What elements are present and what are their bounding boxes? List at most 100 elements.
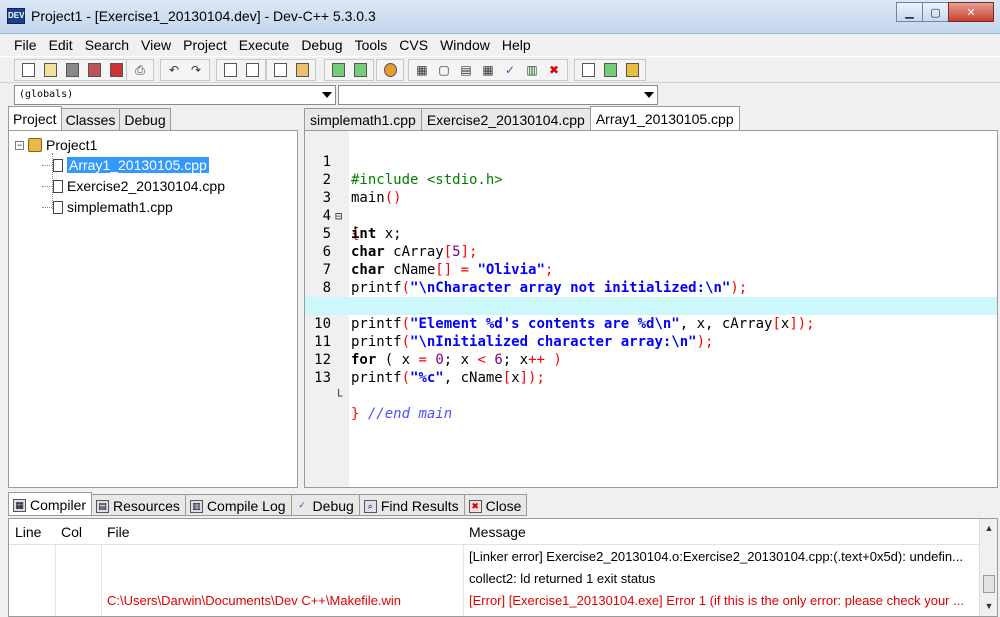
code-line[interactable]: 12 printf("%c", cName[x]); [305, 333, 997, 386]
save-icon[interactable] [62, 60, 82, 80]
goto-declaration-icon[interactable] [600, 60, 620, 80]
run-icon[interactable]: ▢ [434, 60, 454, 80]
scope-dropdown[interactable]: (globals) [14, 85, 336, 105]
project-icon [28, 138, 42, 152]
project-options-icon[interactable] [380, 60, 400, 80]
compiler-icon: ▦ [13, 498, 26, 512]
tab-exercise2[interactable]: Exercise2_20130104.cpp [420, 108, 591, 130]
tab-close[interactable]: ✖ Close [463, 494, 528, 516]
code-line[interactable]: 5 char cArray[5]; [305, 207, 997, 260]
undo-icon[interactable]: ↶ [164, 60, 184, 80]
remove-from-project-icon[interactable] [350, 60, 370, 80]
tab-compiler[interactable]: ▦ Compiler [8, 492, 93, 516]
scroll-up-icon[interactable]: ▲ [982, 521, 996, 535]
tab-compile-log[interactable]: ▥ Compile Log [184, 494, 292, 516]
goto-line-icon[interactable] [270, 60, 290, 80]
tree-file-simplemath1[interactable]: simplemath1.cpp [53, 199, 173, 215]
column-header-line[interactable]: Line [15, 524, 41, 540]
line-number: 13 [314, 370, 331, 386]
menu-window[interactable]: Window [434, 34, 496, 56]
menu-help[interactable]: Help [496, 34, 537, 56]
cell-message: collect2: ld returned 1 exit status [469, 571, 656, 586]
code-line[interactable]: 11 for ( x = 0; x < 6; x++ ) [305, 315, 997, 368]
tab-project[interactable]: Project [8, 106, 62, 130]
menu-cvs[interactable]: CVS [393, 34, 434, 56]
bookmark-icon[interactable] [622, 60, 642, 80]
stop-icon[interactable]: ✖ [544, 60, 564, 80]
column-header-col[interactable]: Col [61, 524, 82, 540]
menu-tools[interactable]: Tools [349, 34, 394, 56]
toolbar-options-group [376, 59, 404, 81]
menu-search[interactable]: Search [79, 34, 135, 56]
profile-icon[interactable]: ▥ [522, 60, 542, 80]
menu-edit[interactable]: Edit [43, 34, 79, 56]
code-line[interactable]: 3 ⊟ { [305, 171, 997, 242]
menu-project[interactable]: Project [177, 34, 233, 56]
close-icon: ✖ [468, 499, 482, 513]
compile-icon[interactable]: ▦ [412, 60, 432, 80]
code-line-highlighted[interactable]: 10 printf("\nInitialized character array… [305, 297, 997, 350]
tab-debug[interactable]: Debug [119, 108, 171, 130]
code-token: "%c" [410, 370, 444, 386]
table-row-error[interactable]: C:\Users\Darwin\Documents\Dev C++\Makefi… [9, 590, 979, 612]
window-controls: ▁ ▢ ✕ [896, 2, 994, 22]
tree-file-array1[interactable]: Array1_20130105.cpp [53, 157, 209, 173]
column-header-message[interactable]: Message [469, 524, 526, 540]
tab-debug-output[interactable]: ✓ Debug [290, 494, 360, 516]
tab-classes[interactable]: Classes [60, 108, 121, 130]
menu-file[interactable]: File [8, 34, 43, 56]
toolbar-search-group [216, 59, 266, 81]
tab-simplemath1[interactable]: simplemath1.cpp [304, 108, 422, 130]
toolbar-print-group: ⎙ [126, 59, 154, 81]
goto-definition-icon[interactable] [578, 60, 598, 80]
member-dropdown[interactable] [338, 85, 658, 105]
scope-dropdown-value: (globals) [19, 89, 74, 100]
code-line[interactable]: 9 printf("Element %d's contents are %d\n… [305, 279, 997, 332]
file-icon [53, 158, 63, 172]
code-editor[interactable]: 1 #include <stdio.h> 2 main() 3 ⊟ { 4 in… [304, 130, 998, 488]
compile-run-icon[interactable]: ▤ [456, 60, 476, 80]
column-header-file[interactable]: File [107, 524, 130, 540]
rebuild-icon[interactable]: ▦ [478, 60, 498, 80]
cell-message: [Error] [Exercise1_20130104.exe] Error 1… [469, 593, 964, 608]
toggle-panel-icon[interactable] [292, 60, 312, 80]
scrollbar-thumb[interactable] [983, 575, 995, 593]
replace-icon[interactable] [242, 60, 262, 80]
scroll-down-icon[interactable]: ▼ [982, 599, 996, 613]
tree-node-project1[interactable]: − Project1 [15, 137, 97, 153]
tab-array1[interactable]: Array1_20130105.cpp [589, 106, 740, 130]
close-window-button[interactable]: ✕ [948, 2, 994, 22]
redo-icon[interactable]: ↷ [186, 60, 206, 80]
table-row[interactable]: [Linker error] Exercise2_20130104.o:Exer… [9, 546, 979, 568]
code-line[interactable]: 1 #include <stdio.h> [305, 135, 997, 188]
table-row[interactable]: collect2: ld returned 1 exit status [9, 568, 979, 590]
compiler-messages: Line Col File Message [Linker error] Exe… [8, 518, 998, 617]
code-token: ( [401, 370, 411, 386]
new-file-icon[interactable] [18, 60, 38, 80]
menu-debug[interactable]: Debug [295, 34, 348, 56]
collapse-icon[interactable]: − [15, 140, 24, 150]
close-file-icon[interactable] [106, 60, 126, 80]
syntax-check-icon[interactable]: ✓ [500, 60, 520, 80]
menu-execute[interactable]: Execute [233, 34, 296, 56]
code-line[interactable]: 7 printf("\nCharacter array not initiali… [305, 243, 997, 296]
minimize-button[interactable]: ▁ [896, 2, 923, 22]
save-all-icon[interactable] [84, 60, 104, 80]
cell-file: C:\Users\Darwin\Documents\Dev C++\Makefi… [107, 593, 402, 608]
tab-find-results[interactable]: ⌕ Find Results [358, 494, 465, 516]
bottom-panel-tabs: ▦ Compiler ▤ Resources ▥ Compile Log ✓ D… [8, 492, 528, 518]
find-icon[interactable] [220, 60, 240, 80]
tree-file-exercise2[interactable]: Exercise2_20130104.cpp [53, 178, 225, 194]
code-line[interactable]: 4 int x; [305, 189, 997, 242]
tab-resources[interactable]: ▤ Resources [91, 494, 186, 516]
code-line[interactable]: 8 for ( x = 0; x < 5; x++ ) [305, 261, 997, 314]
code-line[interactable]: 13 └ } //end main [305, 351, 997, 422]
menu-view[interactable]: View [135, 34, 177, 56]
vertical-scrollbar[interactable]: ▲ ▼ [979, 519, 997, 616]
open-file-icon[interactable] [40, 60, 60, 80]
code-line[interactable]: 2 main() [305, 153, 997, 206]
code-line[interactable]: 6 char cName[] = "Olivia"; [305, 225, 997, 278]
add-to-project-icon[interactable] [328, 60, 348, 80]
print-icon[interactable]: ⎙ [130, 60, 150, 80]
maximize-button[interactable]: ▢ [922, 2, 949, 22]
